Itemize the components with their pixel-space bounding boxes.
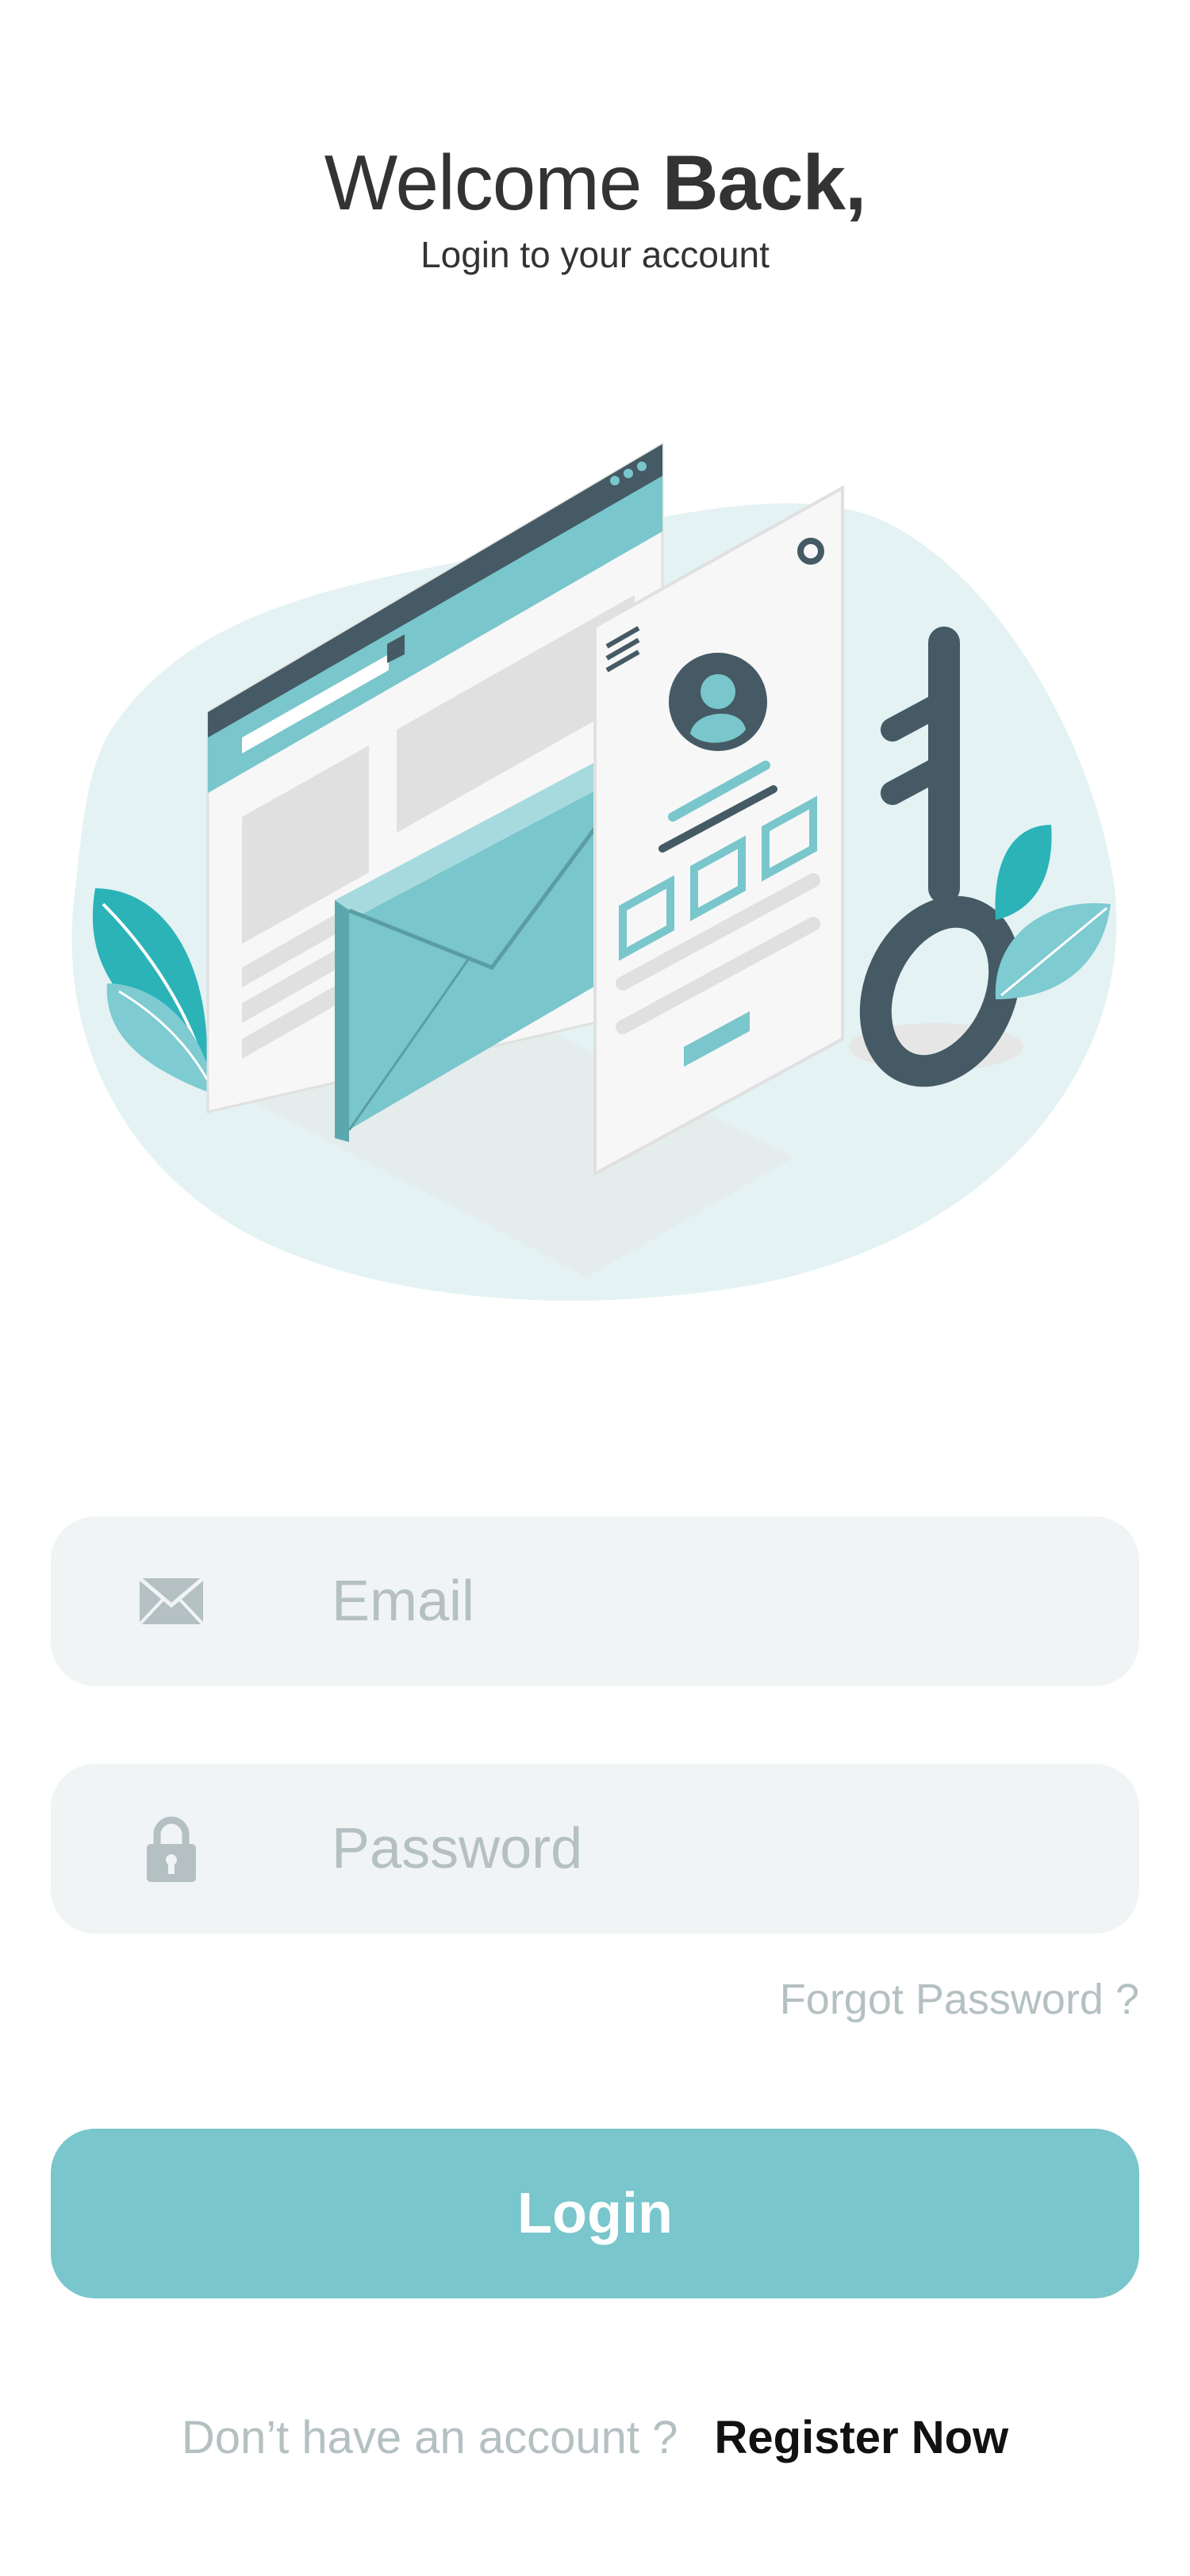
email-field[interactable]: Email — [51, 1516, 1139, 1686]
page-title: Welcome Back, — [0, 135, 1190, 230]
login-button[interactable]: Login — [51, 2129, 1139, 2298]
forgot-password-link[interactable]: Forgot Password ? — [780, 1975, 1139, 2024]
lock-icon — [129, 1806, 214, 1892]
password-input[interactable]: Password — [332, 1816, 582, 1881]
envelope-icon — [129, 1558, 214, 1644]
register-now-link[interactable]: Register Now — [715, 2412, 1009, 2463]
register-prompt: Don’t have an account ? Register Now — [0, 2411, 1190, 2464]
email-input[interactable]: Email — [332, 1569, 474, 1634]
login-illustration — [71, 442, 1117, 1301]
title-back: Back, — [662, 139, 867, 226]
password-field[interactable]: Password — [51, 1764, 1139, 1934]
title-welcome: Welcome — [324, 139, 643, 226]
page-subtitle: Login to your account — [420, 234, 770, 275]
no-account-text: Don’t have an account ? — [181, 2412, 678, 2463]
welcome-header: Welcome Back, Login to your account — [0, 135, 1190, 276]
